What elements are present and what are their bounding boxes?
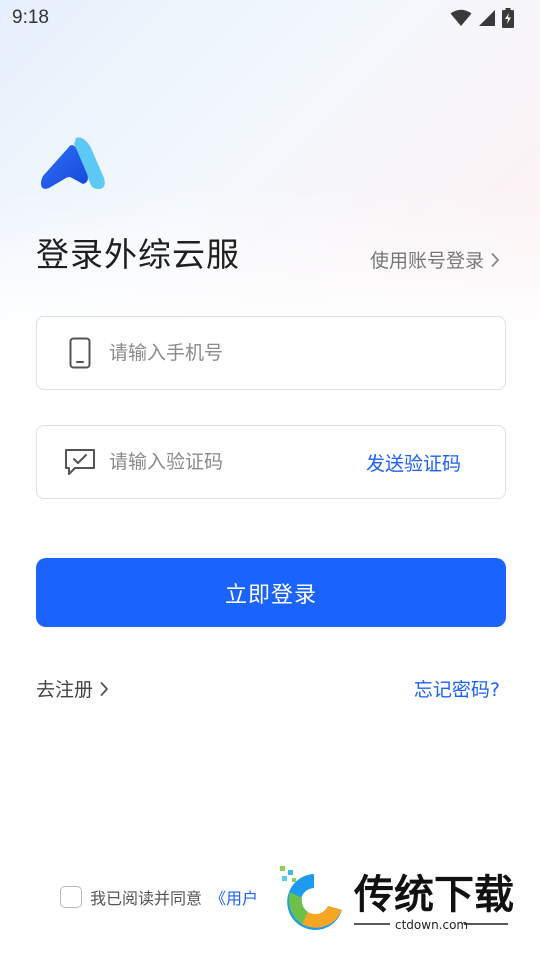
forgot-password-link[interactable]: 忘记密码? xyxy=(414,675,500,702)
status-icons xyxy=(450,8,514,28)
battery-charging-icon xyxy=(502,8,514,28)
account-login-link[interactable]: 使用账号登录 xyxy=(370,246,500,273)
chevron-right-icon xyxy=(491,252,499,267)
watermark-title: 传统下载 xyxy=(353,872,514,918)
user-agreement-link[interactable]: 《用户 xyxy=(210,885,258,909)
page-title: 登录外综云服 xyxy=(36,235,240,274)
agreement-row: 我已阅读并同意 《用户 xyxy=(60,885,258,909)
register-link[interactable]: 去注册 xyxy=(36,675,109,702)
account-login-label: 使用账号登录 xyxy=(369,250,484,272)
cellular-signal-icon xyxy=(479,10,495,26)
status-time: 9:18 xyxy=(12,7,49,28)
app-logo-icon xyxy=(41,137,105,189)
login-button[interactable]: 立即登录 xyxy=(36,558,506,627)
phone-field[interactable] xyxy=(36,316,506,390)
message-check-icon xyxy=(63,448,97,476)
watermark-logo: 传统下载 ctdown.com xyxy=(268,862,518,938)
wifi-icon xyxy=(450,9,472,26)
agreement-checkbox[interactable] xyxy=(60,886,82,908)
verification-code-field[interactable]: 发送验证码 xyxy=(36,425,506,499)
chevron-right-icon xyxy=(100,681,108,696)
phone-icon xyxy=(63,337,97,369)
send-code-button[interactable]: 发送验证码 xyxy=(366,449,481,476)
verification-code-input[interactable] xyxy=(109,451,366,473)
agreement-text: 我已阅读并同意 xyxy=(90,889,203,908)
status-bar: 9:18 xyxy=(0,0,540,36)
register-label: 去注册 xyxy=(36,679,94,701)
watermark-url: ctdown.com xyxy=(395,918,468,932)
phone-input[interactable] xyxy=(109,342,481,364)
